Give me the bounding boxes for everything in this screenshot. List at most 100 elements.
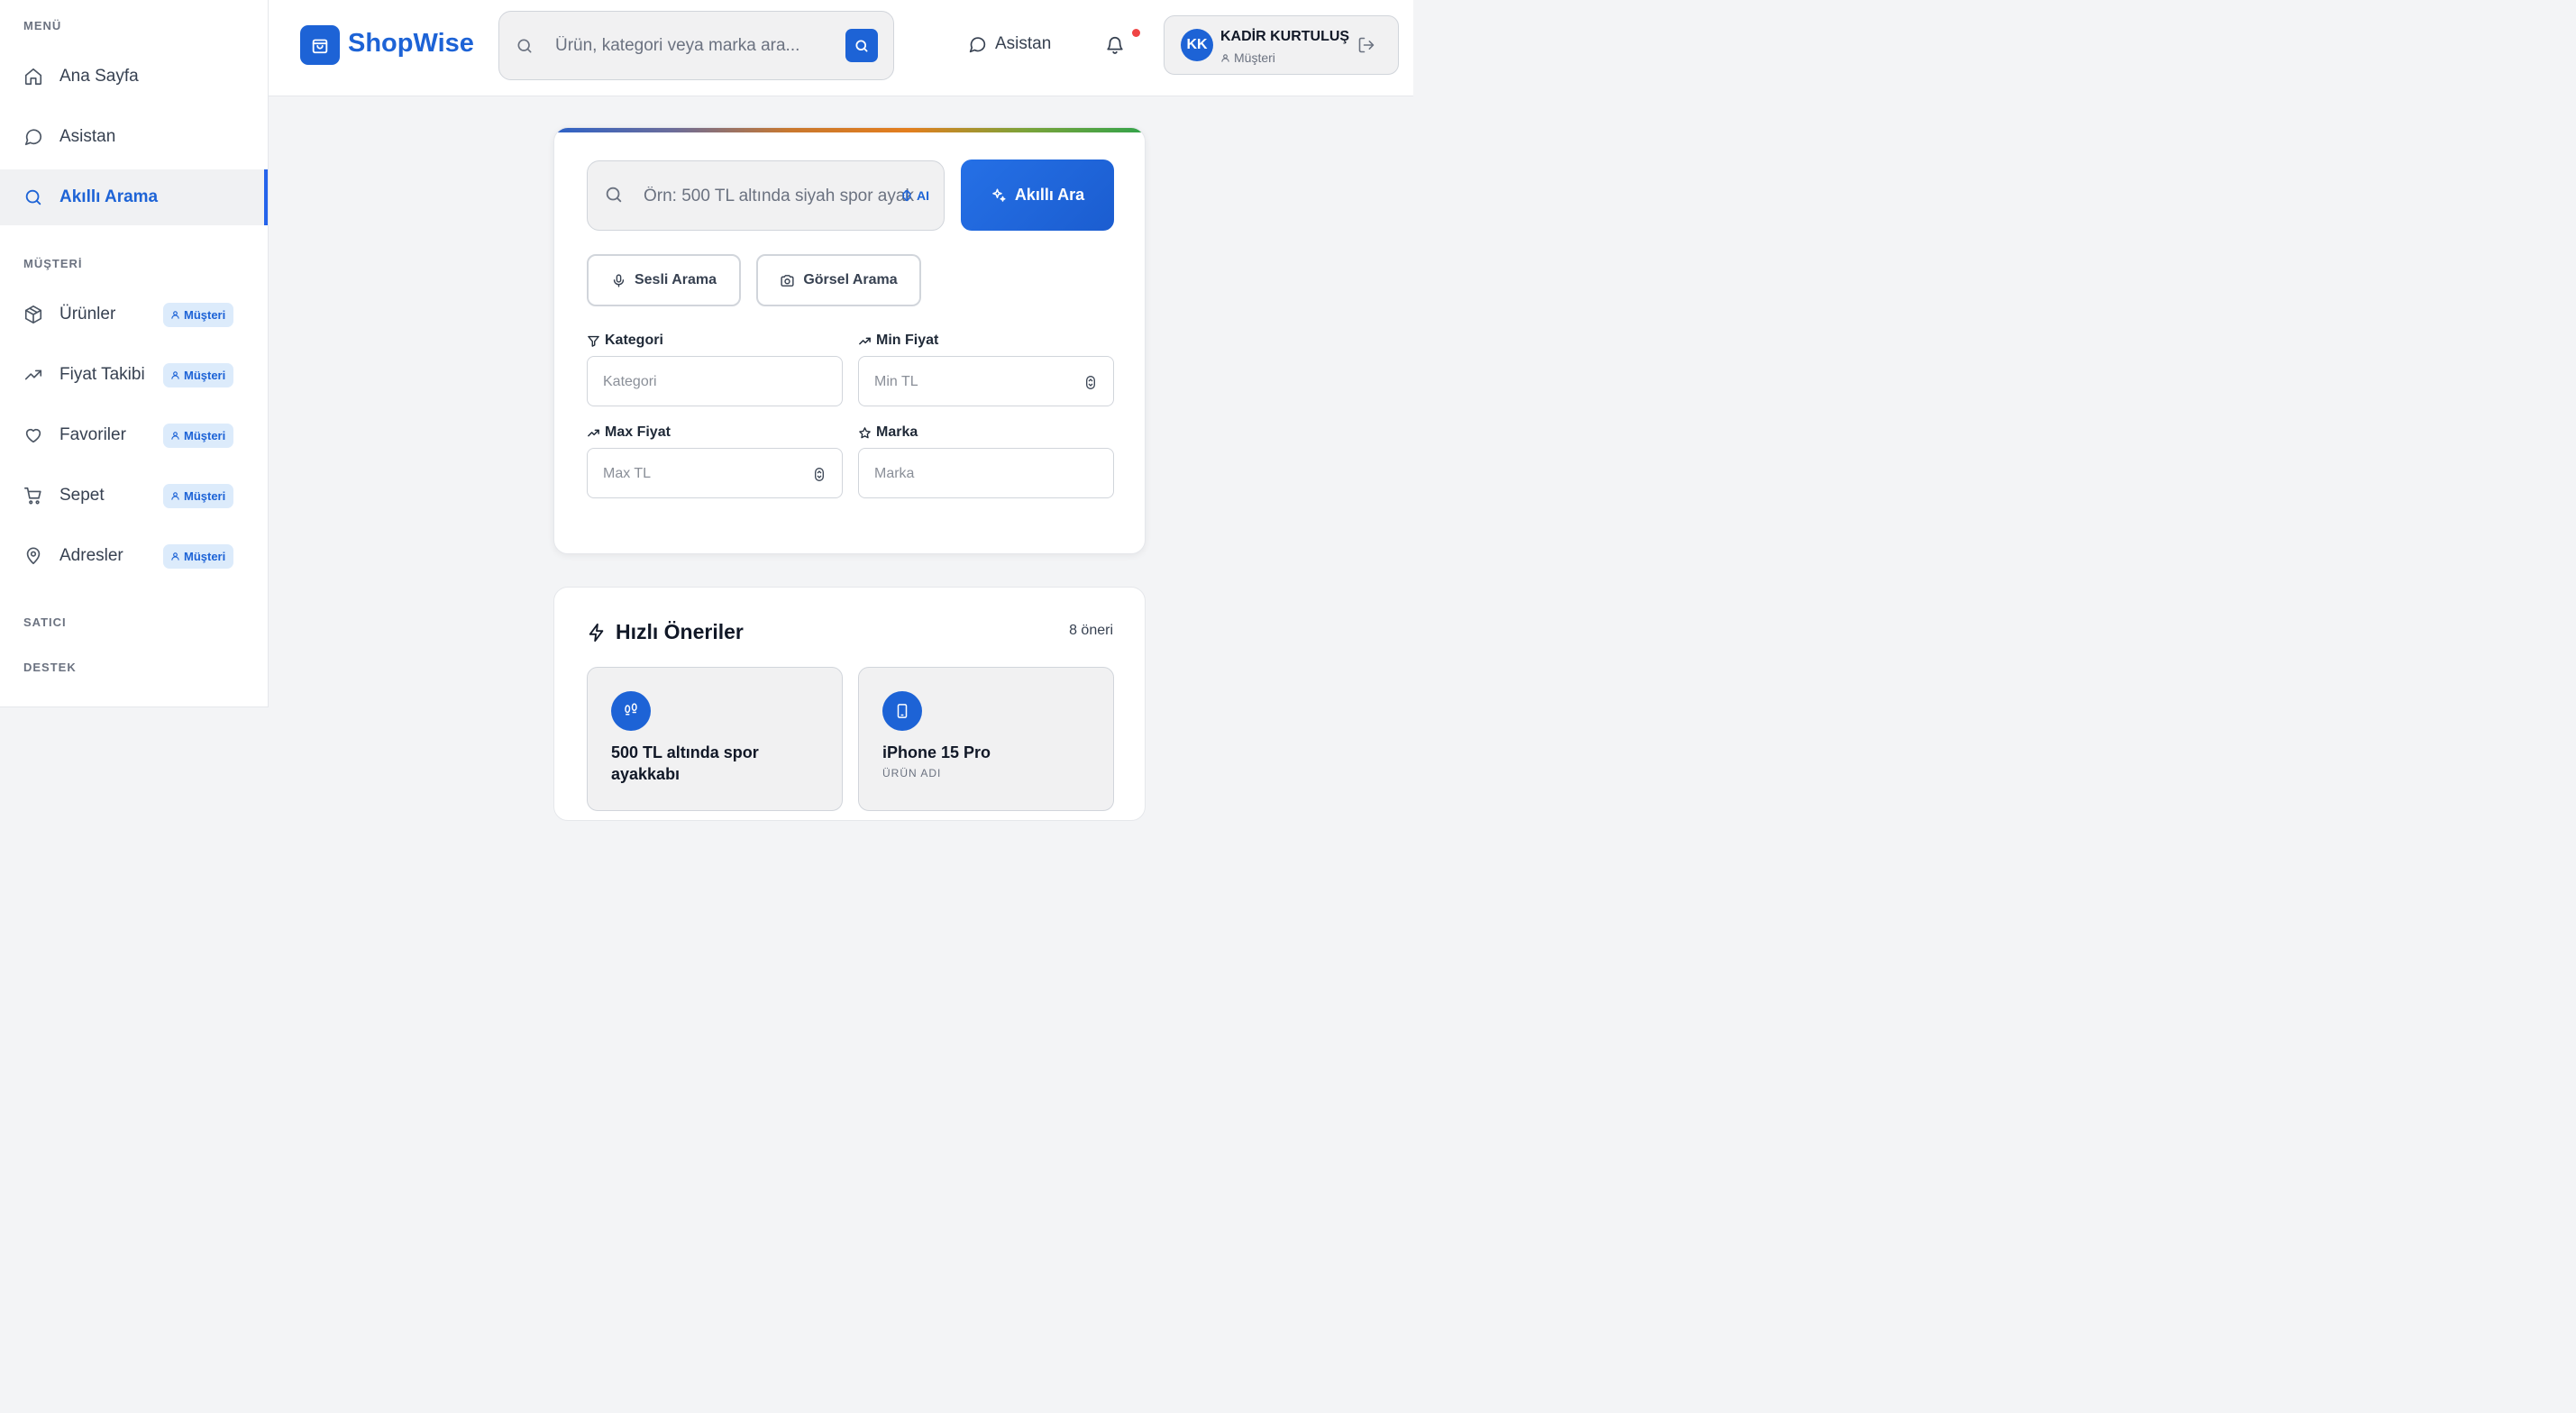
gradient-accent-bar: [554, 128, 1145, 132]
image-search-button[interactable]: Görsel Arama: [756, 254, 921, 306]
quick-suggestions-title: Hızlı Öneriler: [587, 620, 744, 644]
sidebar-item-assistant[interactable]: Asistan: [0, 109, 268, 165]
suggestion-text: 500 TL altında spor ayakkabı: [611, 743, 759, 783]
sidebar-item-addresses[interactable]: Adresler Müşteri: [0, 528, 268, 584]
heart-icon: [23, 425, 43, 445]
min-price-input[interactable]: [874, 369, 1055, 395]
search-icon: [604, 185, 624, 205]
category-field: [587, 356, 843, 406]
global-search-input[interactable]: [555, 32, 826, 60]
trending-up-icon: [859, 337, 871, 344]
number-stepper-icon[interactable]: [1086, 376, 1095, 389]
sidebar-section-support[interactable]: DESTEK: [23, 661, 77, 674]
lightning-icon: [589, 623, 604, 642]
sparkles-icon: [992, 188, 1006, 202]
box-icon: [23, 305, 43, 324]
sidebar-section-customer: MÜŞTERİ: [23, 257, 83, 270]
shopping-bag-icon[interactable]: [300, 25, 340, 65]
max-price-input[interactable]: [603, 461, 783, 487]
sidebar-item-products[interactable]: Ürünler Müşteri: [0, 287, 268, 342]
category-label: Kategori: [587, 333, 663, 349]
suggestion-item[interactable]: 500 TL altında spor ayakkabı: [587, 667, 843, 811]
role-badge: Müşteri: [163, 363, 234, 387]
chat-icon: [969, 36, 986, 52]
user-icon: [171, 311, 179, 319]
user-icon: [171, 432, 179, 440]
cart-icon: [23, 486, 43, 506]
badge-label: Müşteri: [184, 550, 226, 563]
brand-label: Marka: [858, 424, 918, 441]
sidebar-item-favorites[interactable]: Favoriler Müşteri: [0, 407, 268, 463]
role-badge: Müşteri: [163, 424, 234, 448]
role-badge: Müşteri: [163, 484, 234, 508]
max-price-label: Max Fiyat: [587, 424, 671, 441]
star-icon: [859, 426, 871, 438]
chat-icon: [23, 127, 43, 147]
suggestion-type: ÜRÜN ADI: [882, 767, 942, 779]
global-search: [498, 11, 894, 80]
role-badge: Müşteri: [163, 544, 234, 569]
max-price-label-text: Max Fiyat: [605, 424, 671, 440]
user-icon: [171, 371, 179, 379]
sidebar-item-smart-search[interactable]: Akıllı Arama: [0, 169, 268, 225]
voice-search-label: Sesli Arama: [634, 272, 717, 287]
badge-label: Müşteri: [184, 308, 226, 322]
sidebar-item-cart[interactable]: Sepet Müşteri: [0, 468, 268, 524]
sidebar-item-price-tracking[interactable]: Fiyat Takibi Müşteri: [0, 347, 268, 403]
smartphone-icon: [882, 691, 922, 731]
header-assistant-button[interactable]: Asistan: [968, 34, 1051, 54]
badge-label: Müşteri: [184, 489, 226, 503]
smart-search-button[interactable]: Akıllı Ara: [961, 160, 1114, 231]
sidebar-item-home[interactable]: Ana Sayfa: [0, 49, 268, 105]
sidebar-item-label: Favoriler: [59, 425, 126, 444]
min-price-field: [858, 356, 1114, 406]
microphone-icon: [613, 273, 625, 287]
suggestion-count: 8 öneri: [1069, 623, 1113, 638]
ai-badge: AI: [900, 188, 929, 203]
brand-logo[interactable]: ShopWise: [348, 29, 474, 59]
suggestion-item[interactable]: iPhone 15 Pro ÜRÜN ADI: [858, 667, 1114, 811]
smart-search-input[interactable]: Örn: 500 TL altında siyah spor ayakkabı …: [587, 160, 945, 231]
smart-search-placeholder: Örn: 500 TL altında siyah spor ayakkabı: [644, 187, 914, 205]
user-icon: [171, 492, 179, 500]
bell-icon[interactable]: [1105, 35, 1125, 55]
badge-label: Müşteri: [184, 369, 226, 382]
quick-suggestions-card: Hızlı Öneriler 8 öneri 500 TL altında sp…: [553, 587, 1146, 821]
sidebar-item-label: Ürünler: [59, 305, 116, 324]
number-stepper-icon[interactable]: [815, 468, 824, 481]
global-search-button[interactable]: [845, 29, 878, 62]
sidebar-item-label: Adresler: [59, 546, 123, 565]
quick-suggestions-title-text: Hızlı Öneriler: [616, 620, 744, 643]
brand-input[interactable]: [874, 461, 1055, 487]
sidebar-item-label: Fiyat Takibi: [59, 365, 145, 384]
brand-label-text: Marka: [876, 424, 918, 440]
home-icon: [23, 67, 43, 87]
trending-up-icon: [588, 429, 599, 436]
category-label-text: Kategori: [605, 333, 663, 348]
max-price-field: [587, 448, 843, 498]
ai-badge-label: AI: [917, 188, 929, 203]
search-icon: [855, 39, 868, 52]
role-badge: Müşteri: [163, 303, 234, 327]
image-search-label: Görsel Arama: [803, 272, 898, 287]
user-icon: [171, 552, 179, 561]
category-input[interactable]: [603, 369, 783, 395]
smart-search-card: Örn: 500 TL altında siyah spor ayakkabı …: [553, 127, 1146, 554]
user-role: Müşteri: [1220, 50, 1275, 65]
trending-up-icon: [23, 365, 43, 385]
sidebar-item-label: Asistan: [59, 127, 116, 146]
user-role-label: Müşteri: [1234, 50, 1275, 65]
notification-dot: [1132, 29, 1140, 37]
badge-label: Müşteri: [184, 429, 226, 442]
user-menu[interactable]: KK KADİR KURTULUŞ Müşteri: [1164, 15, 1399, 75]
voice-search-button[interactable]: Sesli Arama: [587, 254, 741, 306]
smart-search-button-label: Akıllı Ara: [1014, 186, 1085, 204]
search-icon: [516, 37, 534, 55]
suggestion-text: iPhone 15 Pro: [882, 743, 991, 761]
sidebar-section-seller[interactable]: SATICI: [23, 615, 67, 629]
sidebar-item-label: Akıllı Arama: [59, 187, 159, 206]
logout-icon[interactable]: [1357, 36, 1375, 54]
sidebar-item-label: Ana Sayfa: [59, 67, 139, 86]
camera-icon: [781, 274, 794, 287]
min-price-label: Min Fiyat: [858, 333, 938, 349]
